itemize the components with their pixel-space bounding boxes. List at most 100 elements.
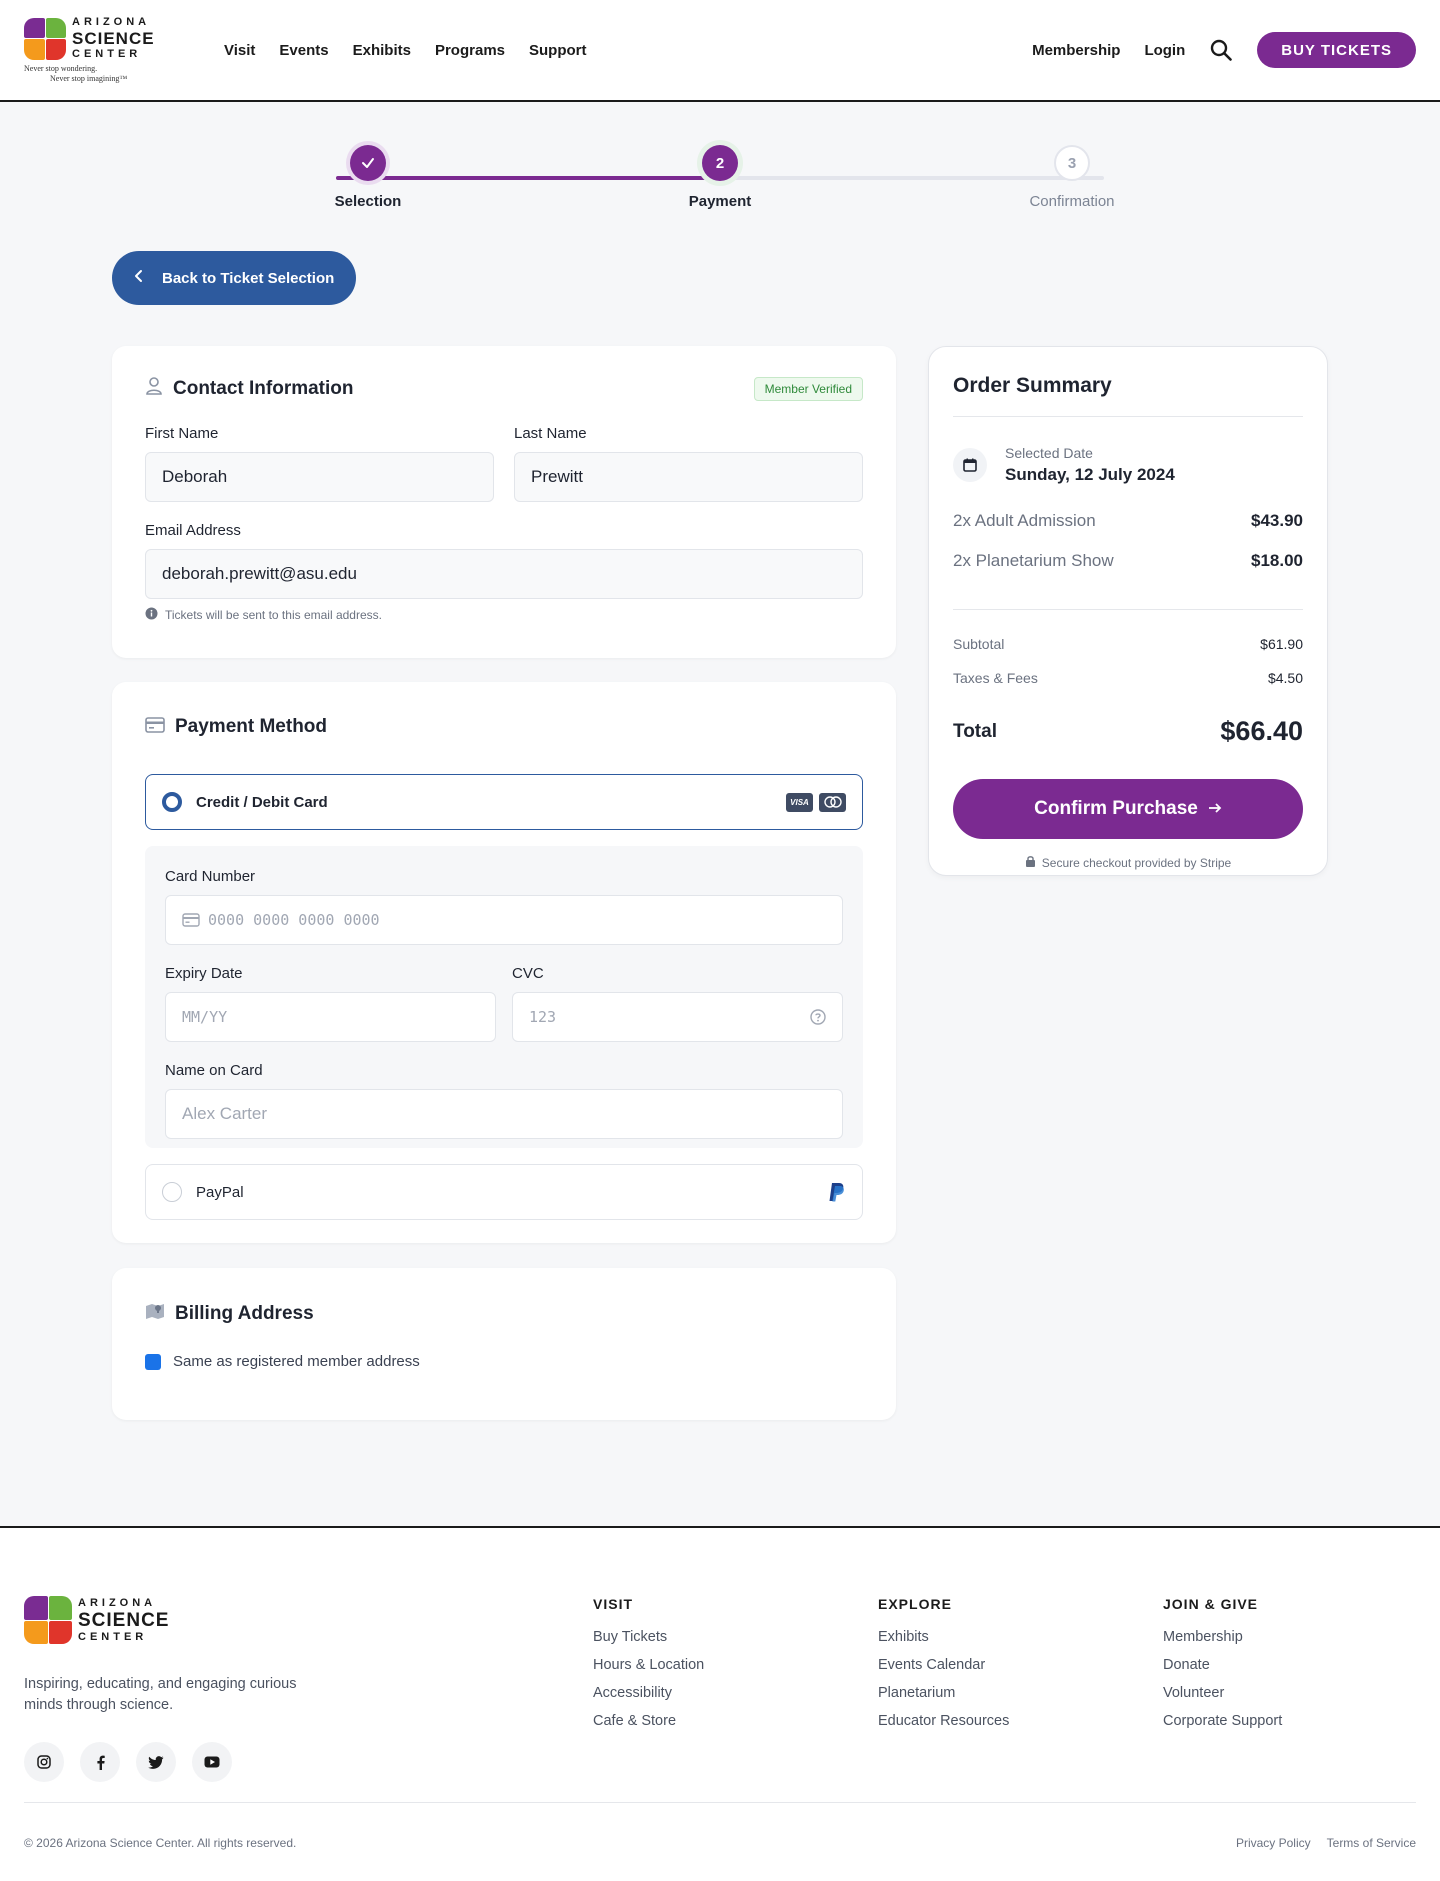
footer-link[interactable]: Accessibility: [593, 1684, 704, 1702]
help-icon[interactable]: [810, 1009, 826, 1025]
selected-date-value: Sunday, 12 July 2024: [1005, 465, 1175, 484]
card-radio[interactable]: [162, 792, 182, 812]
footer-link[interactable]: Hours & Location: [593, 1656, 704, 1674]
line-item: 2x Planetarium Show $18.00: [953, 551, 1303, 571]
card-number-icon: [182, 913, 200, 927]
order-summary-card: Order Summary Selected Date Sunday, 12 J…: [928, 346, 1328, 876]
footer-description: Inspiring, educating, and engaging curio…: [24, 1676, 297, 1714]
footer-link[interactable]: Cafe & Store: [593, 1712, 704, 1730]
nav-support[interactable]: Support: [529, 42, 587, 59]
back-to-selection-button[interactable]: Back to Ticket Selection: [112, 251, 356, 305]
footer-column-explore: EXPLORE Exhibits Events Calendar Planeta…: [878, 1596, 1009, 1740]
payment-method-card: Payment Method Credit / Debit Card VISA …: [112, 682, 896, 1243]
paypal-icon: [828, 1181, 846, 1203]
line-item-price: $43.90: [1251, 511, 1303, 530]
contact-information-card: Contact Information Member Verified Firs…: [112, 346, 896, 658]
footer-link[interactable]: Donate: [1163, 1656, 1282, 1674]
main-nav: Visit Events Exhibits Programs Support: [224, 42, 587, 59]
footer-column-visit: VISIT Buy Tickets Hours & Location Acces…: [593, 1596, 704, 1740]
fees-label: Taxes & Fees: [953, 670, 1038, 686]
confirm-purchase-button[interactable]: Confirm Purchase: [953, 779, 1303, 839]
selected-date-label: Selected Date: [1005, 445, 1093, 461]
nav-login[interactable]: Login: [1144, 42, 1185, 59]
total-label: Total: [953, 720, 997, 742]
tagline-2: Never stop imagining™: [50, 73, 128, 83]
card-number-placeholder: 0000 0000 0000 0000: [208, 911, 380, 929]
tagline-1: Never stop wondering.: [24, 64, 98, 74]
step-number: 2: [702, 145, 738, 181]
email-label: Email Address: [145, 522, 241, 539]
instagram-icon[interactable]: [24, 1742, 64, 1783]
line-item-name: 2x Adult Admission: [953, 511, 1096, 530]
footer-link[interactable]: Exhibits: [878, 1628, 1009, 1646]
paypal-option-label: PayPal: [196, 1183, 244, 1201]
footer-column-join-give: JOIN & GIVE Membership Donate Volunteer …: [1163, 1596, 1282, 1740]
nav-membership[interactable]: Membership: [1032, 42, 1120, 59]
footer-link[interactable]: Educator Resources: [878, 1712, 1009, 1730]
footer-link[interactable]: Corporate Support: [1163, 1712, 1282, 1730]
calendar-icon: [953, 448, 987, 482]
paypal-radio[interactable]: [162, 1182, 182, 1202]
footer-link[interactable]: Planetarium: [878, 1684, 1009, 1702]
site-logo[interactable]: ARIZONA SCIENCE CENTER Never stop wonder…: [24, 17, 184, 83]
check-icon: [350, 145, 386, 181]
map-icon: [145, 1302, 165, 1325]
nav-programs[interactable]: Programs: [435, 42, 505, 59]
youtube-icon[interactable]: [192, 1742, 232, 1783]
paypal-payment-option[interactable]: PayPal: [145, 1164, 863, 1220]
search-icon[interactable]: [1209, 38, 1233, 62]
first-name-field[interactable]: Deborah: [145, 452, 494, 502]
last-name-label: Last Name: [514, 425, 587, 442]
step-label: Payment: [688, 193, 752, 210]
step-selection[interactable]: Selection: [308, 145, 428, 210]
footer-link[interactable]: Events Calendar: [878, 1656, 1009, 1674]
name-on-card-input[interactable]: Alex Carter: [165, 1089, 843, 1139]
line-items: 2x Adult Admission $43.90 2x Planetarium…: [953, 511, 1303, 610]
email-field[interactable]: deborah.prewitt@asu.edu: [145, 549, 863, 599]
terms-of-service-link[interactable]: Terms of Service: [1327, 1836, 1416, 1850]
back-button-label: Back to Ticket Selection: [162, 269, 335, 287]
user-icon: [145, 376, 163, 401]
footer-link[interactable]: Buy Tickets: [593, 1628, 704, 1646]
logo-line-2: SCIENCE: [78, 1609, 170, 1631]
expiry-input[interactable]: MM/YY: [165, 992, 496, 1042]
arrow-right-icon: [1208, 798, 1222, 820]
card-number-input[interactable]: 0000 0000 0000 0000: [165, 895, 843, 945]
card-option-label: Credit / Debit Card: [196, 793, 328, 811]
lock-icon: [1025, 855, 1036, 870]
checkout-stepper: Selection 2 Payment 3 Confirmation: [335, 145, 1115, 215]
total-value: $66.40: [1220, 716, 1303, 746]
facebook-icon[interactable]: [80, 1742, 120, 1783]
mastercard-icon: [819, 792, 846, 812]
nav-exhibits[interactable]: Exhibits: [353, 42, 411, 59]
buy-tickets-button[interactable]: BUY TICKETS: [1257, 32, 1416, 68]
copyright-text: © 2026 Arizona Science Center. All right…: [24, 1836, 297, 1850]
logo-line-3: CENTER: [72, 48, 142, 61]
cvc-input[interactable]: 123: [512, 992, 843, 1042]
logo-mark-icon: [24, 17, 66, 60]
nav-events[interactable]: Events: [279, 42, 328, 59]
logo-line-3: CENTER: [78, 1630, 148, 1643]
step-payment: 2 Payment: [660, 145, 780, 210]
footer-link[interactable]: Volunteer: [1163, 1684, 1282, 1702]
privacy-policy-link[interactable]: Privacy Policy: [1236, 1836, 1311, 1850]
cvc-label: CVC: [512, 965, 544, 982]
footer-link[interactable]: Membership: [1163, 1628, 1282, 1646]
subtotal-value: $61.90: [1260, 636, 1303, 652]
nav-visit[interactable]: Visit: [224, 42, 255, 59]
contact-title: Contact Information: [173, 377, 354, 399]
same-address-checkbox[interactable]: [145, 1353, 161, 1370]
member-verified-badge: Member Verified: [753, 376, 863, 401]
line-item-name: 2x Planetarium Show: [953, 551, 1114, 570]
footer-column-title: VISIT: [593, 1596, 634, 1612]
card-payment-option[interactable]: Credit / Debit Card VISA: [145, 774, 863, 830]
footer-logo[interactable]: ARIZONA SCIENCE CENTER: [24, 1596, 324, 1644]
info-icon: [145, 607, 158, 623]
twitter-icon[interactable]: [136, 1742, 176, 1783]
site-header: ARIZONA SCIENCE CENTER Never stop wonder…: [0, 0, 1440, 102]
last-name-field[interactable]: Prewitt: [514, 452, 863, 502]
secure-checkout-text: Secure checkout provided by Stripe: [1041, 855, 1232, 870]
billing-address-card: Billing Address Same as registered membe…: [112, 1268, 896, 1420]
fees-value: $4.50: [1267, 670, 1303, 686]
email-hint: Tickets will be sent to this email addre…: [165, 608, 382, 622]
